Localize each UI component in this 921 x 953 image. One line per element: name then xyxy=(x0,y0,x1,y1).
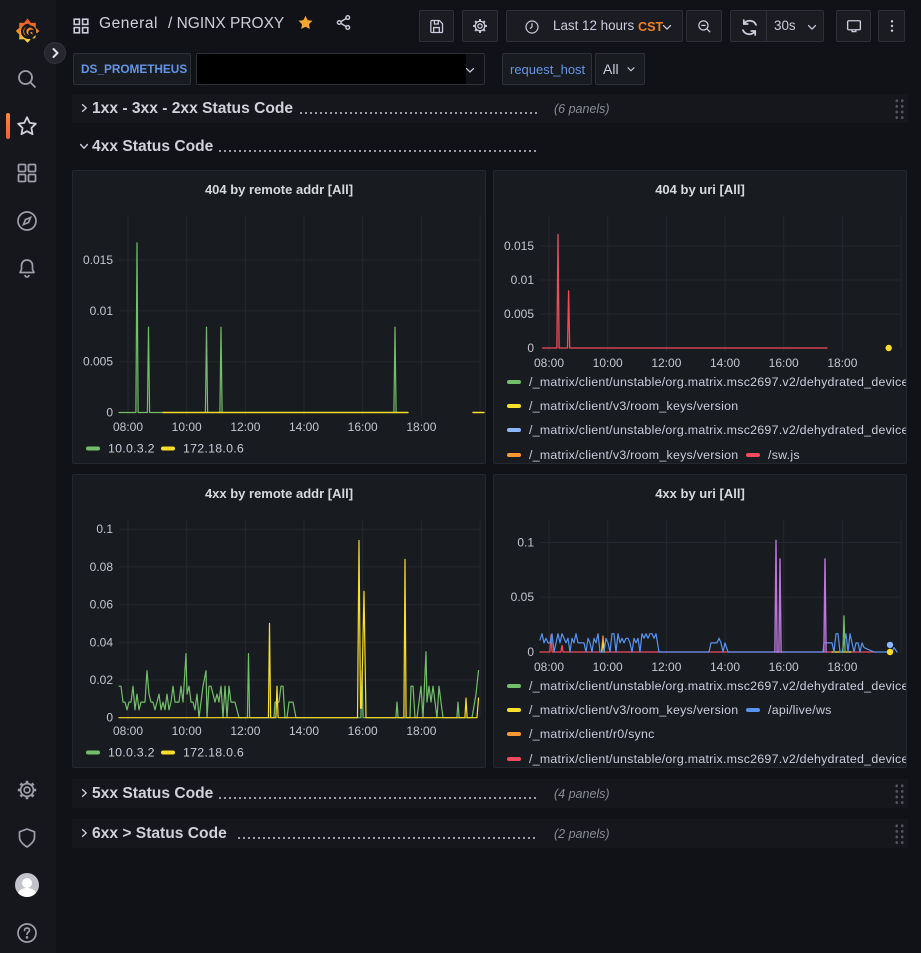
svg-text:0.01: 0.01 xyxy=(90,304,114,318)
svg-text:/_matrix/client/unstable/org.m: /_matrix/client/unstable/org.matrix.msc2… xyxy=(529,679,906,693)
svg-text:/api/live/ws: /api/live/ws xyxy=(768,703,832,717)
svg-text:10.0.3.2: 10.0.3.2 xyxy=(108,442,155,456)
svg-text:16:00: 16:00 xyxy=(348,420,378,434)
svg-text:/_matrix/client/unstable/org.m: /_matrix/client/unstable/org.matrix.msc2… xyxy=(529,423,906,437)
svg-text:0: 0 xyxy=(527,341,534,355)
svg-text:0.015: 0.015 xyxy=(504,239,534,253)
svg-text:0.05: 0.05 xyxy=(511,590,535,604)
svg-text:0.005: 0.005 xyxy=(504,307,534,321)
svg-text:404 by uri [All]: 404 by uri [All] xyxy=(655,182,745,197)
svg-text:172.18.0.6: 172.18.0.6 xyxy=(183,442,244,456)
svg-text:18:00: 18:00 xyxy=(406,724,436,738)
svg-text:14:00: 14:00 xyxy=(289,420,319,434)
svg-text:08:00: 08:00 xyxy=(113,420,143,434)
svg-text:18:00: 18:00 xyxy=(406,420,436,434)
svg-text:0: 0 xyxy=(106,711,113,725)
svg-text:18:00: 18:00 xyxy=(827,660,857,674)
svg-text:16:00: 16:00 xyxy=(769,356,799,370)
svg-text:14:00: 14:00 xyxy=(289,724,319,738)
svg-text:14:00: 14:00 xyxy=(710,356,740,370)
svg-text:0: 0 xyxy=(106,406,113,420)
svg-text:/_matrix/client/v3/room_keys/v: /_matrix/client/v3/room_keys/version xyxy=(529,399,738,413)
svg-text:0.02: 0.02 xyxy=(90,673,114,687)
svg-text:0.1: 0.1 xyxy=(517,536,534,550)
svg-text:0.06: 0.06 xyxy=(90,598,114,612)
svg-text:12:00: 12:00 xyxy=(651,356,681,370)
svg-text:12:00: 12:00 xyxy=(230,724,260,738)
svg-text:404 by remote addr [All]: 404 by remote addr [All] xyxy=(205,182,353,197)
svg-text:12:00: 12:00 xyxy=(230,420,260,434)
svg-text:16:00: 16:00 xyxy=(348,724,378,738)
svg-text:10:00: 10:00 xyxy=(172,420,202,434)
svg-text:0: 0 xyxy=(527,645,534,659)
svg-text:16:00: 16:00 xyxy=(769,660,799,674)
svg-text:/sw.js: /sw.js xyxy=(768,448,800,462)
svg-text:10:00: 10:00 xyxy=(593,660,623,674)
svg-text:0.1: 0.1 xyxy=(96,522,113,536)
svg-text:/_matrix/client/r0/sync: /_matrix/client/r0/sync xyxy=(529,727,655,741)
svg-text:0.005: 0.005 xyxy=(83,355,113,369)
svg-text:0.08: 0.08 xyxy=(90,560,114,574)
svg-text:08:00: 08:00 xyxy=(534,660,564,674)
svg-text:0.015: 0.015 xyxy=(83,253,113,267)
svg-text:14:00: 14:00 xyxy=(710,660,740,674)
svg-text:/_matrix/client/unstable/org.m: /_matrix/client/unstable/org.matrix.msc2… xyxy=(529,375,906,389)
svg-text:10:00: 10:00 xyxy=(172,724,202,738)
svg-text:4xx by remote addr [All]: 4xx by remote addr [All] xyxy=(205,486,353,501)
svg-text:10:00: 10:00 xyxy=(593,356,623,370)
svg-text:12:00: 12:00 xyxy=(651,660,681,674)
svg-text:08:00: 08:00 xyxy=(534,356,564,370)
svg-text:08:00: 08:00 xyxy=(113,724,143,738)
svg-text:0.04: 0.04 xyxy=(90,635,114,649)
svg-text:0.01: 0.01 xyxy=(511,273,535,287)
svg-text:/_matrix/client/v3/room_keys/v: /_matrix/client/v3/room_keys/version xyxy=(529,448,738,462)
svg-text:18:00: 18:00 xyxy=(827,356,857,370)
svg-text:/_matrix/client/unstable/org.m: /_matrix/client/unstable/org.matrix.msc2… xyxy=(529,752,906,766)
svg-text:172.18.0.6: 172.18.0.6 xyxy=(183,746,244,760)
svg-text:/_matrix/client/v3/room_keys/v: /_matrix/client/v3/room_keys/version xyxy=(529,703,738,717)
svg-text:10.0.3.2: 10.0.3.2 xyxy=(108,746,155,760)
svg-text:4xx by uri [All]: 4xx by uri [All] xyxy=(655,486,745,501)
